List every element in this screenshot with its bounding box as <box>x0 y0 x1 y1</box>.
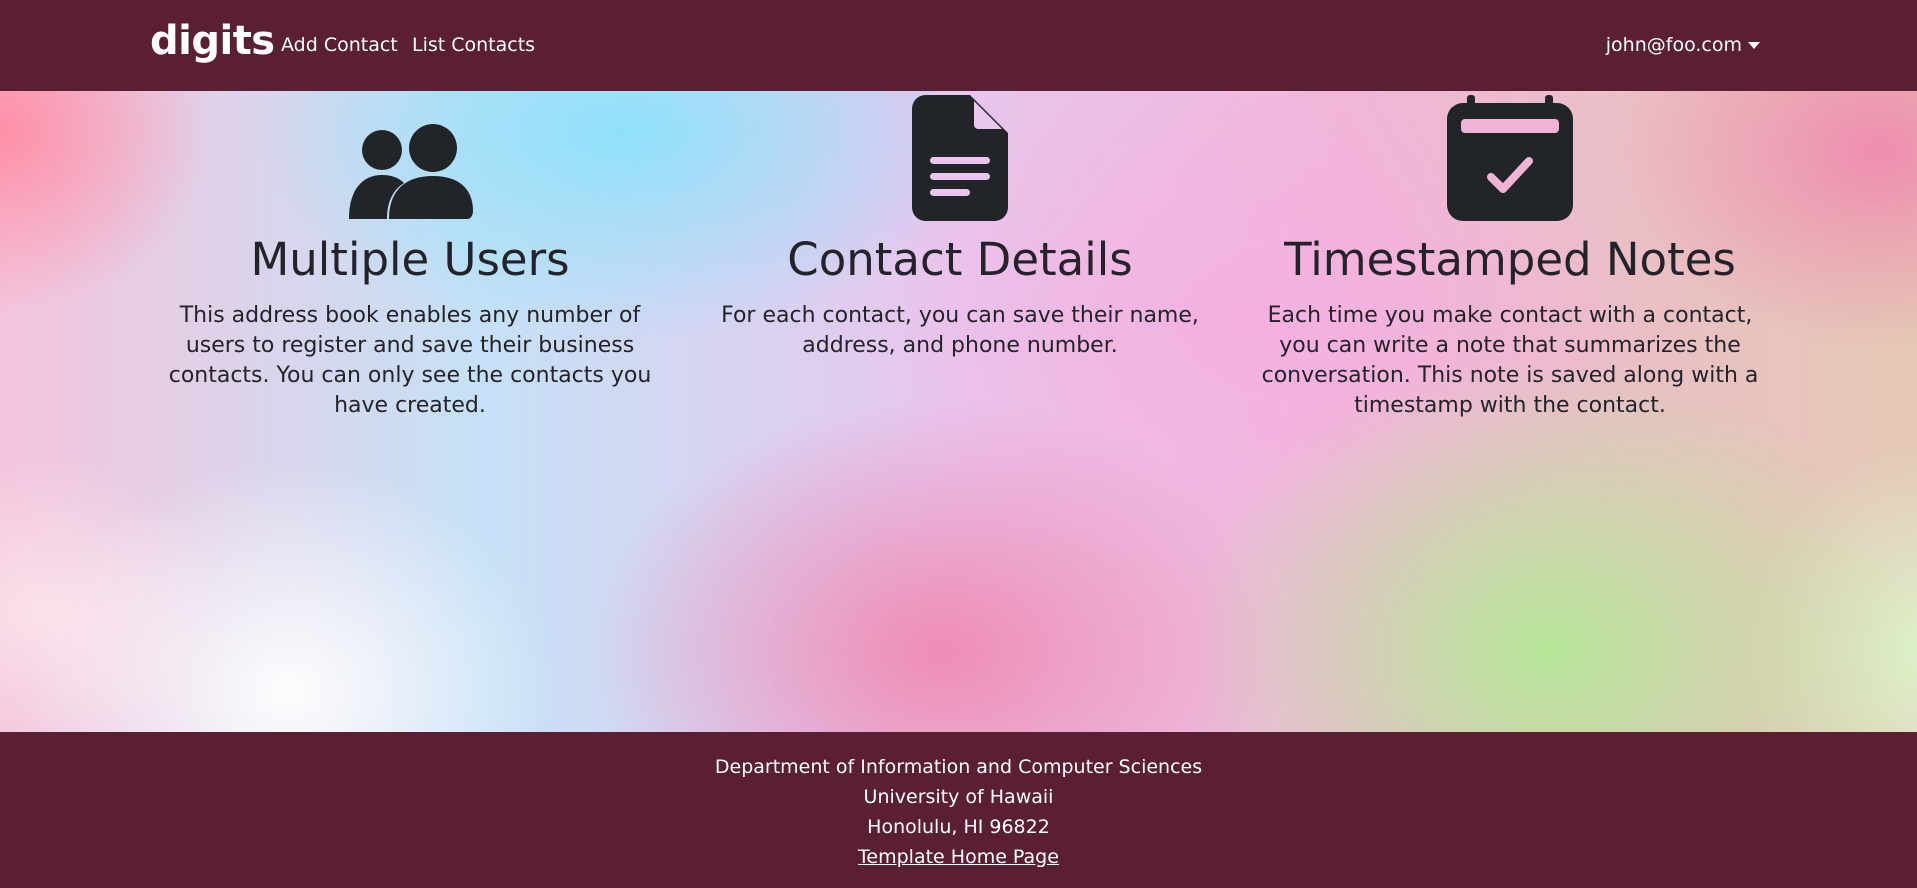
file-text-icon <box>912 95 1008 221</box>
users-icon <box>349 124 473 219</box>
feature-title: Multiple Users <box>250 233 570 286</box>
footer-address: Honolulu, HI 96822 <box>867 816 1050 838</box>
brand-logo[interactable]: digits <box>150 18 275 64</box>
feature-description: This address book enables any number of … <box>168 303 652 418</box>
user-email-label: john@foo.com <box>1605 34 1742 56</box>
feature-timestamped-notes: Timestamped Notes Each time you make con… <box>1250 91 1770 421</box>
top-navbar: digits Add Contact List Contacts john@fo… <box>0 0 1917 91</box>
page-footer: Department of Information and Computer S… <box>0 732 1917 888</box>
template-home-link[interactable]: Template Home Page <box>858 846 1059 868</box>
feature-description: For each contact, you can save their nam… <box>721 303 1199 358</box>
feature-title: Timestamped Notes <box>1284 233 1736 286</box>
feature-contact-details: Contact Details For each contact, you ca… <box>700 91 1220 361</box>
feature-title: Contact Details <box>787 233 1133 286</box>
feature-description: Each time you make contact with a contac… <box>1261 303 1759 418</box>
user-dropdown-toggle[interactable]: john@foo.com <box>1606 34 1760 56</box>
landing-hero: Multiple Users This address book enables… <box>0 91 1917 732</box>
nav-list-contacts-link[interactable]: List Contacts <box>412 34 535 56</box>
footer-department: Department of Information and Computer S… <box>714 756 1203 778</box>
nav-add-contact-link[interactable]: Add Contact <box>281 34 398 56</box>
feature-multiple-users: Multiple Users This address book enables… <box>150 91 670 421</box>
footer-university: University of Hawaii <box>863 786 1054 808</box>
caret-down-icon <box>1748 41 1760 49</box>
calendar-check-icon <box>1447 95 1573 221</box>
